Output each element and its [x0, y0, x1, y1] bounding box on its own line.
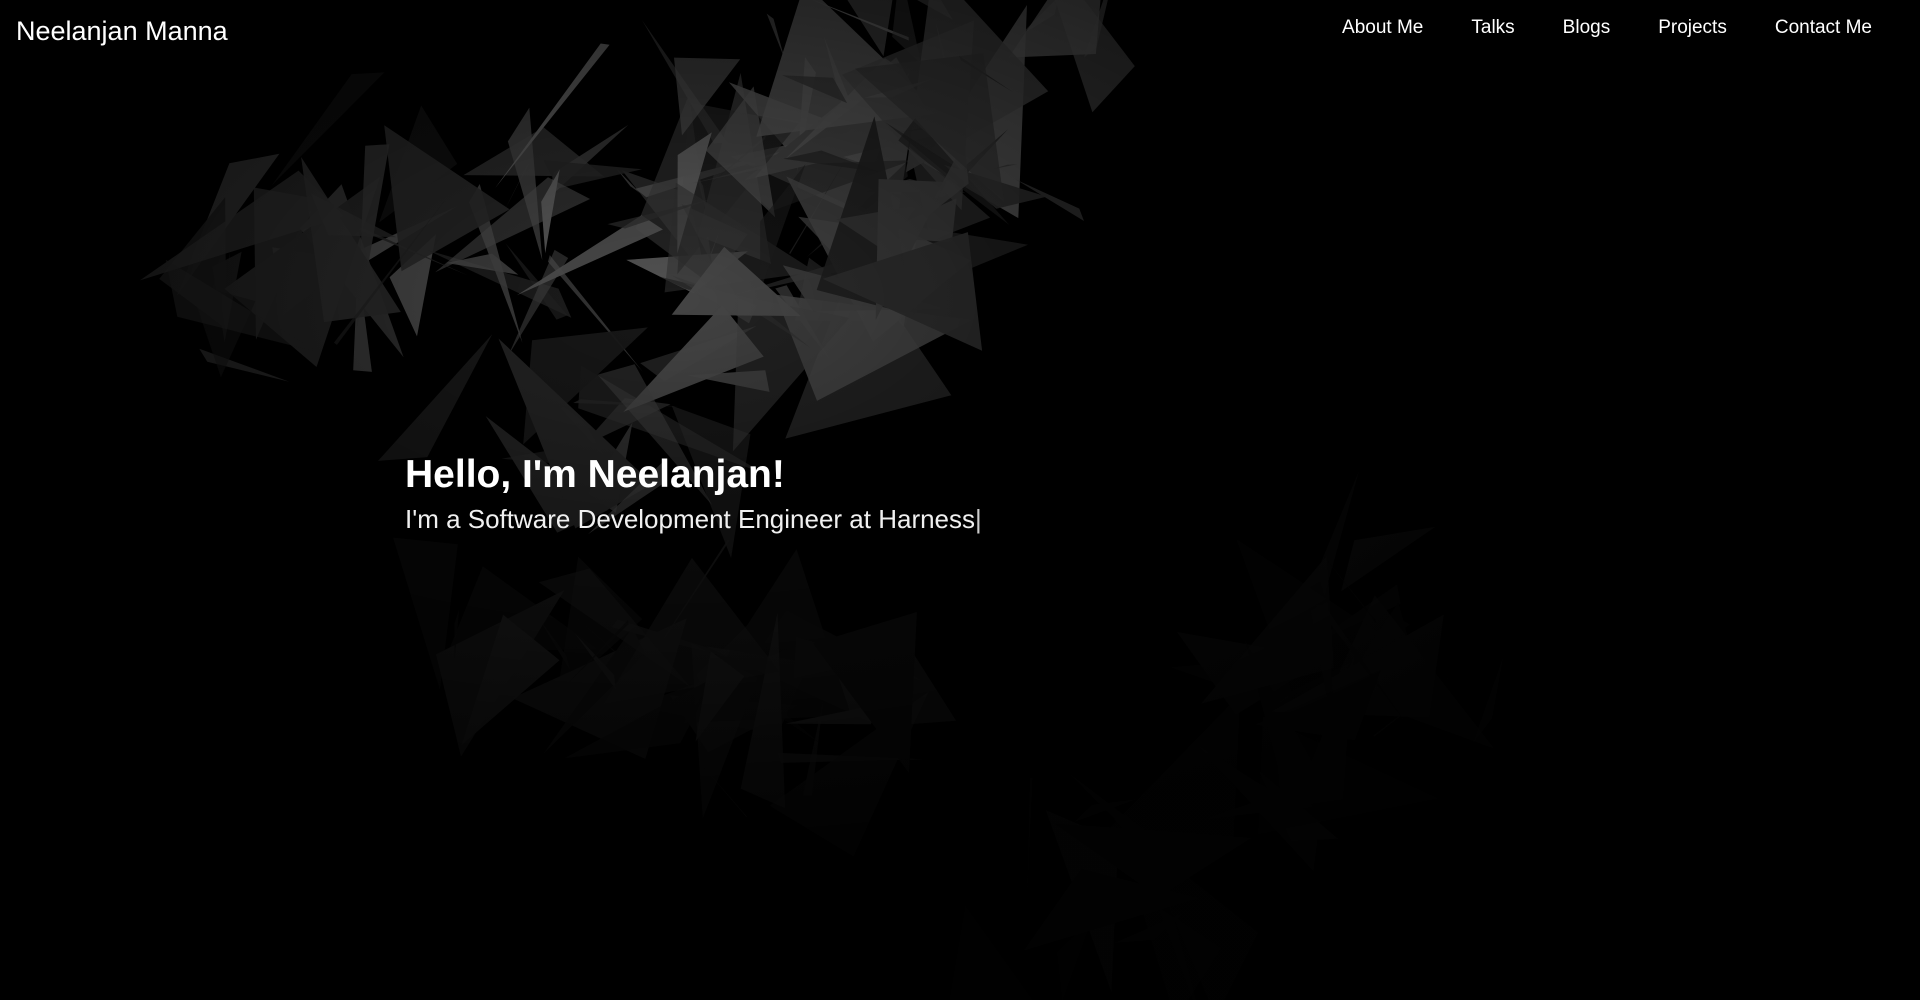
- nav-link-about-me[interactable]: About Me: [1318, 14, 1447, 41]
- nav-link-contact-me[interactable]: Contact Me: [1751, 14, 1872, 41]
- nav-link-blogs[interactable]: Blogs: [1539, 14, 1635, 41]
- nav-link-projects[interactable]: Projects: [1634, 14, 1751, 41]
- hero-subtitle-text: I'm a Software Development Engineer at H…: [405, 504, 976, 534]
- nav-link-talks[interactable]: Talks: [1447, 14, 1538, 41]
- typing-cursor: |: [975, 504, 982, 534]
- nav-links: About Me Talks Blogs Projects Contact Me: [1318, 14, 1872, 41]
- hero-title: Hello, I'm Neelanjan!: [405, 453, 785, 496]
- navbar: Neelanjan Manna About Me Talks Blogs Pro…: [0, 0, 1920, 62]
- brand-link[interactable]: Neelanjan Manna: [16, 14, 228, 48]
- hero-subtitle: I'm a Software Development Engineer at H…: [405, 502, 982, 536]
- hero-section: Hello, I'm Neelanjan! I'm a Software Dev…: [405, 450, 982, 536]
